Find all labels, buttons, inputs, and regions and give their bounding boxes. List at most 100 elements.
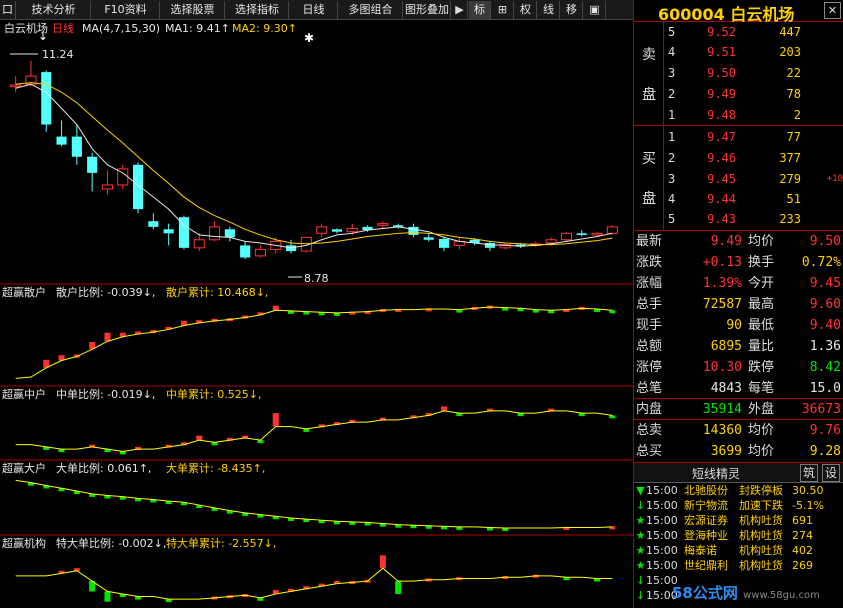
quote-label: 总买 [636, 444, 663, 459]
rights-button[interactable]: 权 [515, 1, 537, 19]
candle [101, 170, 113, 195]
quote-label: 最低 [748, 318, 775, 333]
candle-body [377, 223, 389, 226]
overlay-button[interactable]: 图形叠加 [404, 1, 451, 19]
ma1-line [15, 83, 613, 249]
select-indicator-button[interactable]: 选择指标 [226, 1, 289, 19]
candle [56, 120, 67, 147]
elf-list-item[interactable]: ↓ 15:00 新宁物流 加速下跌 -5.1% [634, 498, 843, 513]
indicator-name: 超赢中户 [2, 387, 46, 401]
quote-stats: 最新 9.49 均价 9.50 涨跌 +0.13 换手 0.72% 涨幅 1.39% 今开 9.45 总… [634, 231, 843, 462]
indicator-line [15, 410, 613, 452]
candle [148, 213, 159, 230]
quote-row: 内盘 35914 外盘 36673 [634, 399, 843, 420]
quote-value: 9.76 [809, 423, 841, 438]
quote-label: 跌停 [748, 360, 775, 375]
buy-level-5[interactable]: 5 9.43 233 [668, 209, 843, 229]
elf-list-item[interactable]: ▼ 15:00 北驰股份 封跌停板 30.50 [634, 483, 843, 498]
menu-square-button[interactable]: 口 [0, 1, 16, 19]
quote-label: 换手 [748, 255, 775, 270]
ma-params: MA(4,7,15,30) [82, 22, 160, 35]
multi-chart-button[interactable]: 多图组合 [339, 1, 403, 19]
candle-body [560, 232, 572, 241]
elf-stock-name: 世纪鼎利 [684, 559, 728, 572]
ma2-value: MA2: 9.30↑ [232, 22, 297, 35]
elf-list-item[interactable]: ★ 15:00 登海种业 机构吐货 274 [634, 528, 843, 543]
buy-level-4[interactable]: 4 9.44 51 [668, 189, 843, 209]
tech-analysis-button[interactable]: 技术分析 [17, 1, 91, 19]
candle-body [545, 239, 557, 244]
candle-body [346, 227, 358, 233]
scroll-right-arrow-icon[interactable]: ▶ [452, 1, 468, 19]
candle-body [576, 233, 587, 235]
quote-label: 总笔 [636, 381, 663, 396]
select-stock-button[interactable]: 选择股票 [161, 1, 225, 19]
watermark-brand: 58公式网 [672, 584, 738, 602]
candle-body [254, 248, 266, 257]
sell-level-4[interactable]: 4 9.51 203 [668, 42, 843, 62]
kline-chart[interactable]: 白云机场 日线 MA(4,7,15,30) MA1: 9.41↑ MA2: 9.30↑✱… [0, 20, 633, 608]
elf-title: 短线精灵 [692, 467, 741, 481]
candle [209, 221, 221, 242]
quote-label: 总卖 [636, 423, 663, 438]
candle [254, 245, 266, 258]
elf-filter-button[interactable]: 筑 [800, 464, 818, 482]
elf-signal-icon: ★ [635, 529, 646, 542]
f10-info-button[interactable]: F10资料 [92, 1, 160, 19]
elf-list-item[interactable]: ★ 15:00 宏源证券 机构吐货 691 [634, 513, 843, 528]
quote-label: 现手 [636, 318, 663, 333]
indicator-cumulative: 散户累计: 10.468↓, [166, 285, 268, 299]
elf-list-item[interactable]: ★ 15:00 世纪鼎利 机构吐货 269 [634, 558, 843, 573]
candle-body [209, 226, 221, 241]
buy-level-2[interactable]: 2 9.46 377 [668, 148, 843, 168]
move-button[interactable]: 移 [561, 1, 583, 19]
chart-period: 日线 [52, 21, 74, 35]
elf-signal-icon: ★ [635, 559, 646, 572]
elf-value: 402 [792, 544, 813, 557]
elf-signal-icon: ★ [635, 544, 646, 557]
quote-row: 涨跌 +0.13 换手 0.72% [634, 252, 843, 273]
indicator-bar [441, 406, 448, 411]
sell-level-2[interactable]: 2 9.49 78 [668, 84, 843, 104]
candle-body [316, 226, 328, 234]
quote-label: 外盘 [748, 402, 775, 417]
sell-level-1[interactable]: 1 9.48 2 [668, 105, 843, 125]
quote-row: 总额 6895 量比 1.36 [634, 336, 843, 357]
indicator-name: 超赢大户 [2, 461, 46, 475]
grid-icon[interactable]: ⊞ [492, 1, 514, 19]
mark-button[interactable]: 标 [469, 1, 491, 19]
indicator-name: 超赢机构 [2, 536, 46, 550]
quote-value: 90 [726, 318, 742, 333]
sell-level-5[interactable]: 5 9.52 447 [668, 22, 843, 42]
quote-row: 涨停 10.30 跌停 8.42 [634, 357, 843, 378]
chart-area[interactable]: 白云机场 日线 MA(4,7,15,30) MA1: 9.41↑ MA2: 9.30↑ ✱… [0, 20, 633, 608]
elf-signal-icon: ↓ [635, 499, 646, 512]
elf-event: 封跌停板 [739, 484, 783, 497]
quote-value: 9.50 [809, 234, 841, 249]
elf-list-item[interactable]: ★ 15:00 梅泰诺 机构吐货 402 [634, 543, 843, 558]
buy-level-1[interactable]: 1 9.47 77 [668, 127, 843, 147]
indicator-ratio: 散户比例: -0.039↓, [56, 285, 155, 299]
close-icon[interactable]: ✕ [824, 2, 841, 19]
quote-value: 9.49 [710, 234, 742, 249]
sell-level-3[interactable]: 3 9.50 22 [668, 63, 843, 83]
cursor-star-icon: ✱ [304, 31, 314, 45]
buy-level-3[interactable]: 3 9.45 279 +10 [668, 169, 843, 189]
indicator-bar [395, 581, 402, 594]
elf-time: 15:00 [646, 514, 678, 527]
quote-value: 36673 [801, 402, 841, 417]
indicator-bar [104, 591, 111, 602]
line-button[interactable]: 线 [538, 1, 560, 19]
elf-event: 机构吐货 [739, 544, 783, 557]
quote-value: 9.28 [809, 444, 841, 459]
window-icon[interactable]: ▣ [584, 1, 606, 19]
quote-value: 1.39% [702, 276, 742, 291]
candle-body [591, 232, 603, 236]
indicator-cumulative: 特大单累计: -2.557↓, [166, 536, 276, 550]
elf-value: 269 [792, 559, 813, 572]
daily-period-button[interactable]: 日线 [290, 1, 338, 19]
candle-body [331, 229, 342, 232]
watermark: 58公式网 www.58gu.com [672, 582, 820, 603]
elf-settings-button[interactable]: 设 [822, 464, 840, 482]
candle [408, 223, 419, 238]
